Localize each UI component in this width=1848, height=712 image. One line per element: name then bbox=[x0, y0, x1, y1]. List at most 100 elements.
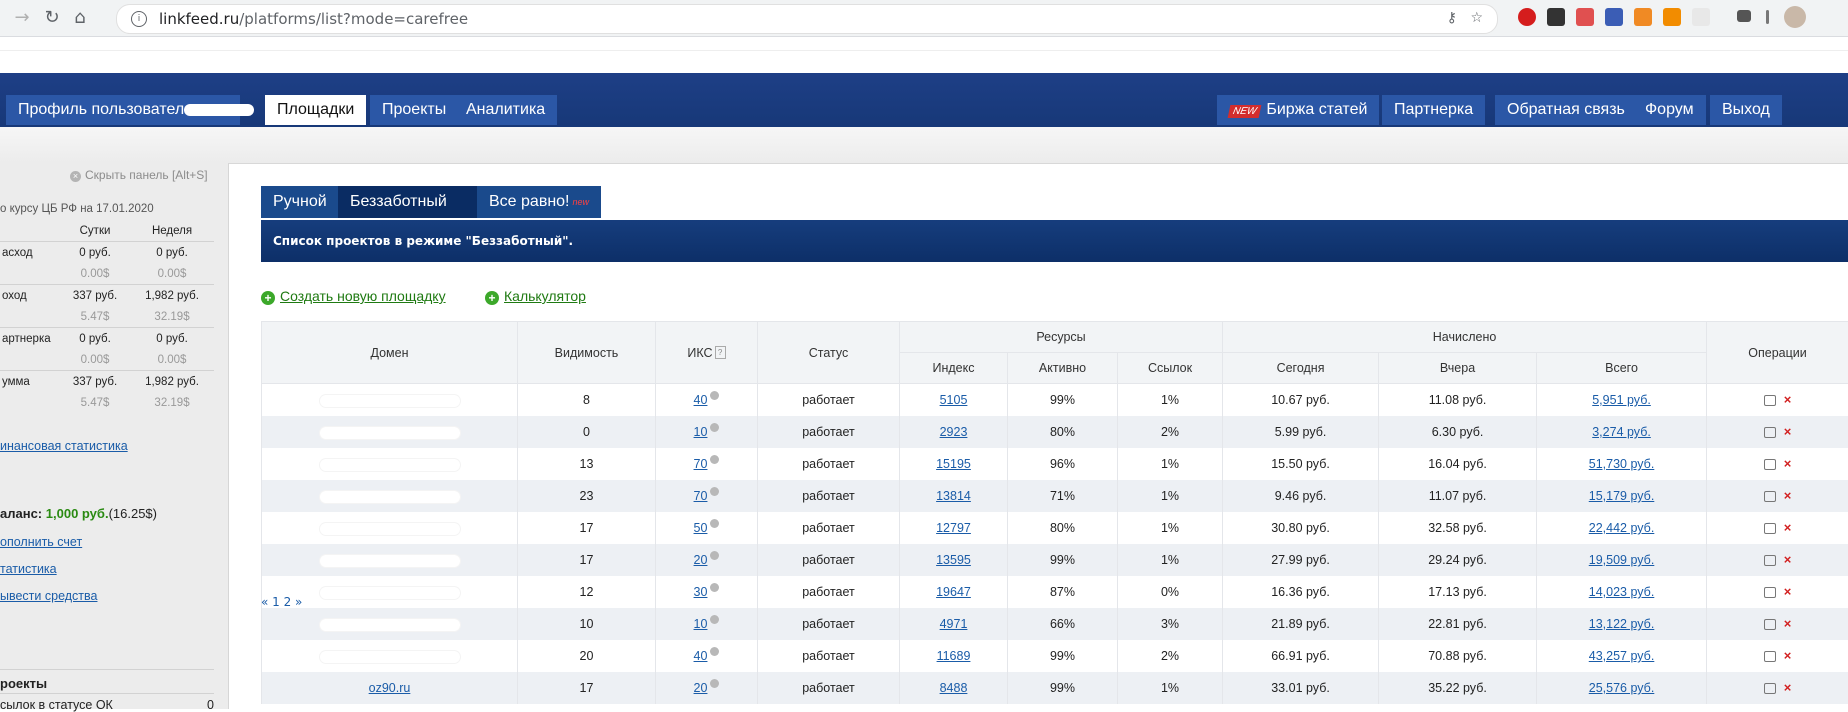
delete-icon[interactable]: × bbox=[1784, 617, 1792, 632]
delete-icon[interactable]: × bbox=[1784, 649, 1792, 664]
iks-link[interactable]: 20 bbox=[694, 553, 708, 567]
delete-icon[interactable]: × bbox=[1784, 553, 1792, 568]
pagination[interactable]: « 1 2 » bbox=[261, 595, 302, 609]
weather-icon[interactable] bbox=[1692, 8, 1710, 26]
avatar[interactable] bbox=[1784, 6, 1806, 28]
cell-domain[interactable] bbox=[262, 608, 518, 640]
cell-domain[interactable] bbox=[262, 480, 518, 512]
total-link[interactable]: 15,179 руб. bbox=[1589, 489, 1655, 503]
copy-icon[interactable] bbox=[1764, 619, 1776, 630]
cell-domain[interactable] bbox=[262, 512, 518, 544]
info-icon[interactable] bbox=[710, 391, 719, 400]
iks-link[interactable]: 30 bbox=[694, 585, 708, 599]
delete-icon[interactable]: × bbox=[1784, 585, 1792, 600]
address-bar[interactable]: i linkfeed.ru/platforms/list?mode=carefr… bbox=[116, 4, 1498, 34]
delete-icon[interactable]: × bbox=[1784, 425, 1792, 440]
copy-icon[interactable] bbox=[1764, 491, 1776, 502]
total-link[interactable]: 3,274 руб. bbox=[1592, 425, 1651, 439]
url-text[interactable]: linkfeed.ru/platforms/list?mode=carefree bbox=[159, 10, 468, 28]
total-link[interactable]: 13,122 руб. bbox=[1589, 617, 1655, 631]
index-link[interactable]: 5105 bbox=[940, 393, 968, 407]
total-link[interactable]: 5,951 руб. bbox=[1592, 393, 1651, 407]
delete-icon[interactable]: × bbox=[1784, 489, 1792, 504]
copy-icon[interactable] bbox=[1764, 459, 1776, 470]
iks-link[interactable]: 40 bbox=[694, 649, 708, 663]
index-link[interactable]: 4971 bbox=[940, 617, 968, 631]
tab-logout[interactable]: Выход bbox=[1710, 95, 1782, 125]
key-icon[interactable]: ⚷ bbox=[1447, 10, 1457, 26]
extension-icon[interactable] bbox=[1547, 8, 1565, 26]
tab-whatever[interactable]: Все равно!new bbox=[477, 186, 601, 218]
create-platform-link[interactable]: +Создать новую площадку bbox=[261, 288, 446, 305]
extension-icon[interactable] bbox=[1663, 8, 1681, 26]
calculator-link[interactable]: +Калькулятор bbox=[485, 288, 586, 305]
extension-icon[interactable] bbox=[1518, 8, 1536, 26]
info-icon[interactable] bbox=[710, 679, 719, 688]
copy-icon[interactable] bbox=[1764, 683, 1776, 694]
cell-domain[interactable] bbox=[262, 416, 518, 448]
total-link[interactable]: 22,442 руб. bbox=[1589, 521, 1655, 535]
info-icon[interactable] bbox=[710, 455, 719, 464]
statistics-link[interactable]: татистика bbox=[0, 562, 57, 576]
info-icon[interactable] bbox=[710, 583, 719, 592]
finance-stats-link[interactable]: инансовая статистика bbox=[0, 439, 128, 453]
index-link[interactable]: 15195 bbox=[936, 457, 971, 471]
info-icon[interactable]: i bbox=[131, 11, 147, 27]
iks-link[interactable]: 50 bbox=[694, 521, 708, 535]
topup-link[interactable]: ополнить счет bbox=[0, 535, 82, 549]
iks-link[interactable]: 70 bbox=[694, 457, 708, 471]
cell-domain[interactable] bbox=[262, 448, 518, 480]
delete-icon[interactable]: × bbox=[1784, 521, 1792, 536]
extension-icon[interactable] bbox=[1605, 8, 1623, 26]
iks-link[interactable]: 10 bbox=[694, 617, 708, 631]
index-link[interactable]: 13814 bbox=[936, 489, 971, 503]
total-link[interactable]: 25,576 руб. bbox=[1589, 681, 1655, 695]
index-link[interactable]: 19647 bbox=[936, 585, 971, 599]
reload-icon[interactable]: ↻ bbox=[40, 6, 64, 30]
help-icon[interactable]: ? bbox=[715, 346, 726, 359]
tab-platforms[interactable]: Площадки bbox=[265, 95, 366, 125]
info-icon[interactable] bbox=[710, 615, 719, 624]
cell-domain[interactable] bbox=[262, 544, 518, 576]
copy-icon[interactable] bbox=[1764, 587, 1776, 598]
total-link[interactable]: 43,257 руб. bbox=[1589, 649, 1655, 663]
copy-icon[interactable] bbox=[1764, 555, 1776, 566]
tab-feedback[interactable]: Обратная связь bbox=[1495, 95, 1637, 125]
tab-carefree[interactable]: Беззаботный bbox=[338, 186, 482, 218]
info-icon[interactable] bbox=[710, 647, 719, 656]
tab-analytics[interactable]: Аналитика bbox=[454, 95, 557, 125]
iks-link[interactable]: 20 bbox=[694, 681, 708, 695]
home-icon[interactable]: ⌂ bbox=[68, 6, 92, 30]
iks-link[interactable]: 10 bbox=[694, 425, 708, 439]
delete-icon[interactable]: × bbox=[1784, 681, 1792, 696]
index-link[interactable]: 13595 bbox=[936, 553, 971, 567]
cell-domain[interactable] bbox=[262, 640, 518, 672]
tab-manual[interactable]: Ручной bbox=[261, 186, 339, 218]
iks-link[interactable]: 70 bbox=[694, 489, 708, 503]
rss-icon[interactable] bbox=[1634, 8, 1652, 26]
extension-icon[interactable] bbox=[1576, 8, 1594, 26]
copy-icon[interactable] bbox=[1764, 523, 1776, 534]
info-icon[interactable] bbox=[710, 423, 719, 432]
index-link[interactable]: 2923 bbox=[940, 425, 968, 439]
tab-article-exchange[interactable]: NEWБиржа статей bbox=[1217, 95, 1379, 125]
total-link[interactable]: 14,023 руб. bbox=[1589, 585, 1655, 599]
copy-icon[interactable] bbox=[1764, 427, 1776, 438]
hide-panel-link[interactable]: ×Скрыть панель [Alt+S] bbox=[70, 168, 208, 182]
info-icon[interactable] bbox=[710, 519, 719, 528]
copy-icon[interactable] bbox=[1764, 395, 1776, 406]
cell-domain[interactable]: oz90.ru bbox=[262, 672, 518, 704]
copy-icon[interactable] bbox=[1764, 651, 1776, 662]
forward-icon[interactable]: → bbox=[10, 6, 34, 30]
domain-link[interactable]: oz90.ru bbox=[369, 681, 411, 695]
total-link[interactable]: 51,730 руб. bbox=[1589, 457, 1655, 471]
tab-projects[interactable]: Проекты bbox=[370, 95, 458, 125]
cell-domain[interactable] bbox=[262, 384, 518, 417]
star-icon[interactable]: ☆ bbox=[1470, 10, 1483, 26]
playlist-icon[interactable] bbox=[1737, 10, 1751, 22]
delete-icon[interactable]: × bbox=[1784, 457, 1792, 472]
index-link[interactable]: 8488 bbox=[940, 681, 968, 695]
tab-partner[interactable]: Партнерка bbox=[1382, 95, 1485, 125]
info-icon[interactable] bbox=[710, 487, 719, 496]
withdraw-link[interactable]: ывести средства bbox=[0, 589, 97, 603]
